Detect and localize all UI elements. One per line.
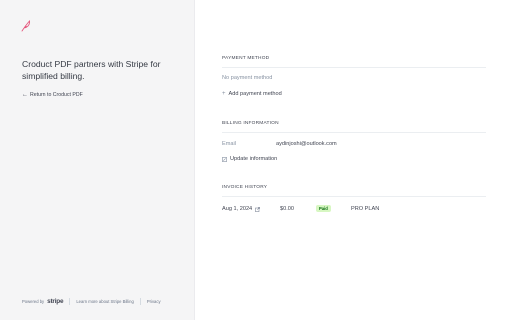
footer: Powered by stripe Learn more about Strip… <box>22 298 161 305</box>
add-payment-method-button[interactable]: + Add payment method <box>222 91 282 97</box>
return-label: Return to Croduct PDF <box>30 92 83 98</box>
left-panel: Croduct PDF partners with Stripe for sim… <box>0 0 195 320</box>
section-divider <box>222 67 486 68</box>
update-information-button[interactable]: Update information <box>222 156 277 162</box>
email-value: aydinjoshi@outlook.com <box>276 141 337 147</box>
external-link-icon <box>255 206 261 212</box>
section-divider <box>222 132 486 133</box>
billing-information-title: BILLING INFORMATION <box>222 121 279 126</box>
status-badge: Paid <box>316 205 331 212</box>
learn-more-link[interactable]: Learn more about Stripe Billing <box>76 299 134 304</box>
section-divider <box>222 196 486 197</box>
payment-method-title: PAYMENT METHOD <box>222 56 270 61</box>
email-label: Email <box>222 141 236 147</box>
invoice-amount: $0.00 <box>280 206 294 212</box>
footer-divider <box>69 298 71 305</box>
invoice-date-link[interactable]: Aug 1, 2024 <box>222 206 261 212</box>
edit-icon <box>222 156 227 162</box>
merchant-tagline: Croduct PDF partners with Stripe for sim… <box>22 59 161 81</box>
invoice-plan: PRO PLAN <box>351 206 380 212</box>
plus-icon: + <box>222 91 226 97</box>
no-payment-method-text: No payment method <box>222 75 273 81</box>
update-information-label: Update information <box>230 156 278 162</box>
feather-logo-icon <box>21 20 31 32</box>
privacy-link[interactable]: Privacy <box>147 299 161 304</box>
arrow-left-icon: ← <box>22 92 28 98</box>
return-link[interactable]: ← Return to Croduct PDF <box>22 92 83 98</box>
invoice-history-title: INVOICE HISTORY <box>222 185 268 190</box>
add-payment-method-label: Add payment method <box>228 91 282 97</box>
invoice-date: Aug 1, 2024 <box>222 206 253 212</box>
powered-by-text: Powered by <box>22 299 45 304</box>
footer-divider <box>139 298 141 305</box>
stripe-logo[interactable]: stripe <box>47 298 63 305</box>
